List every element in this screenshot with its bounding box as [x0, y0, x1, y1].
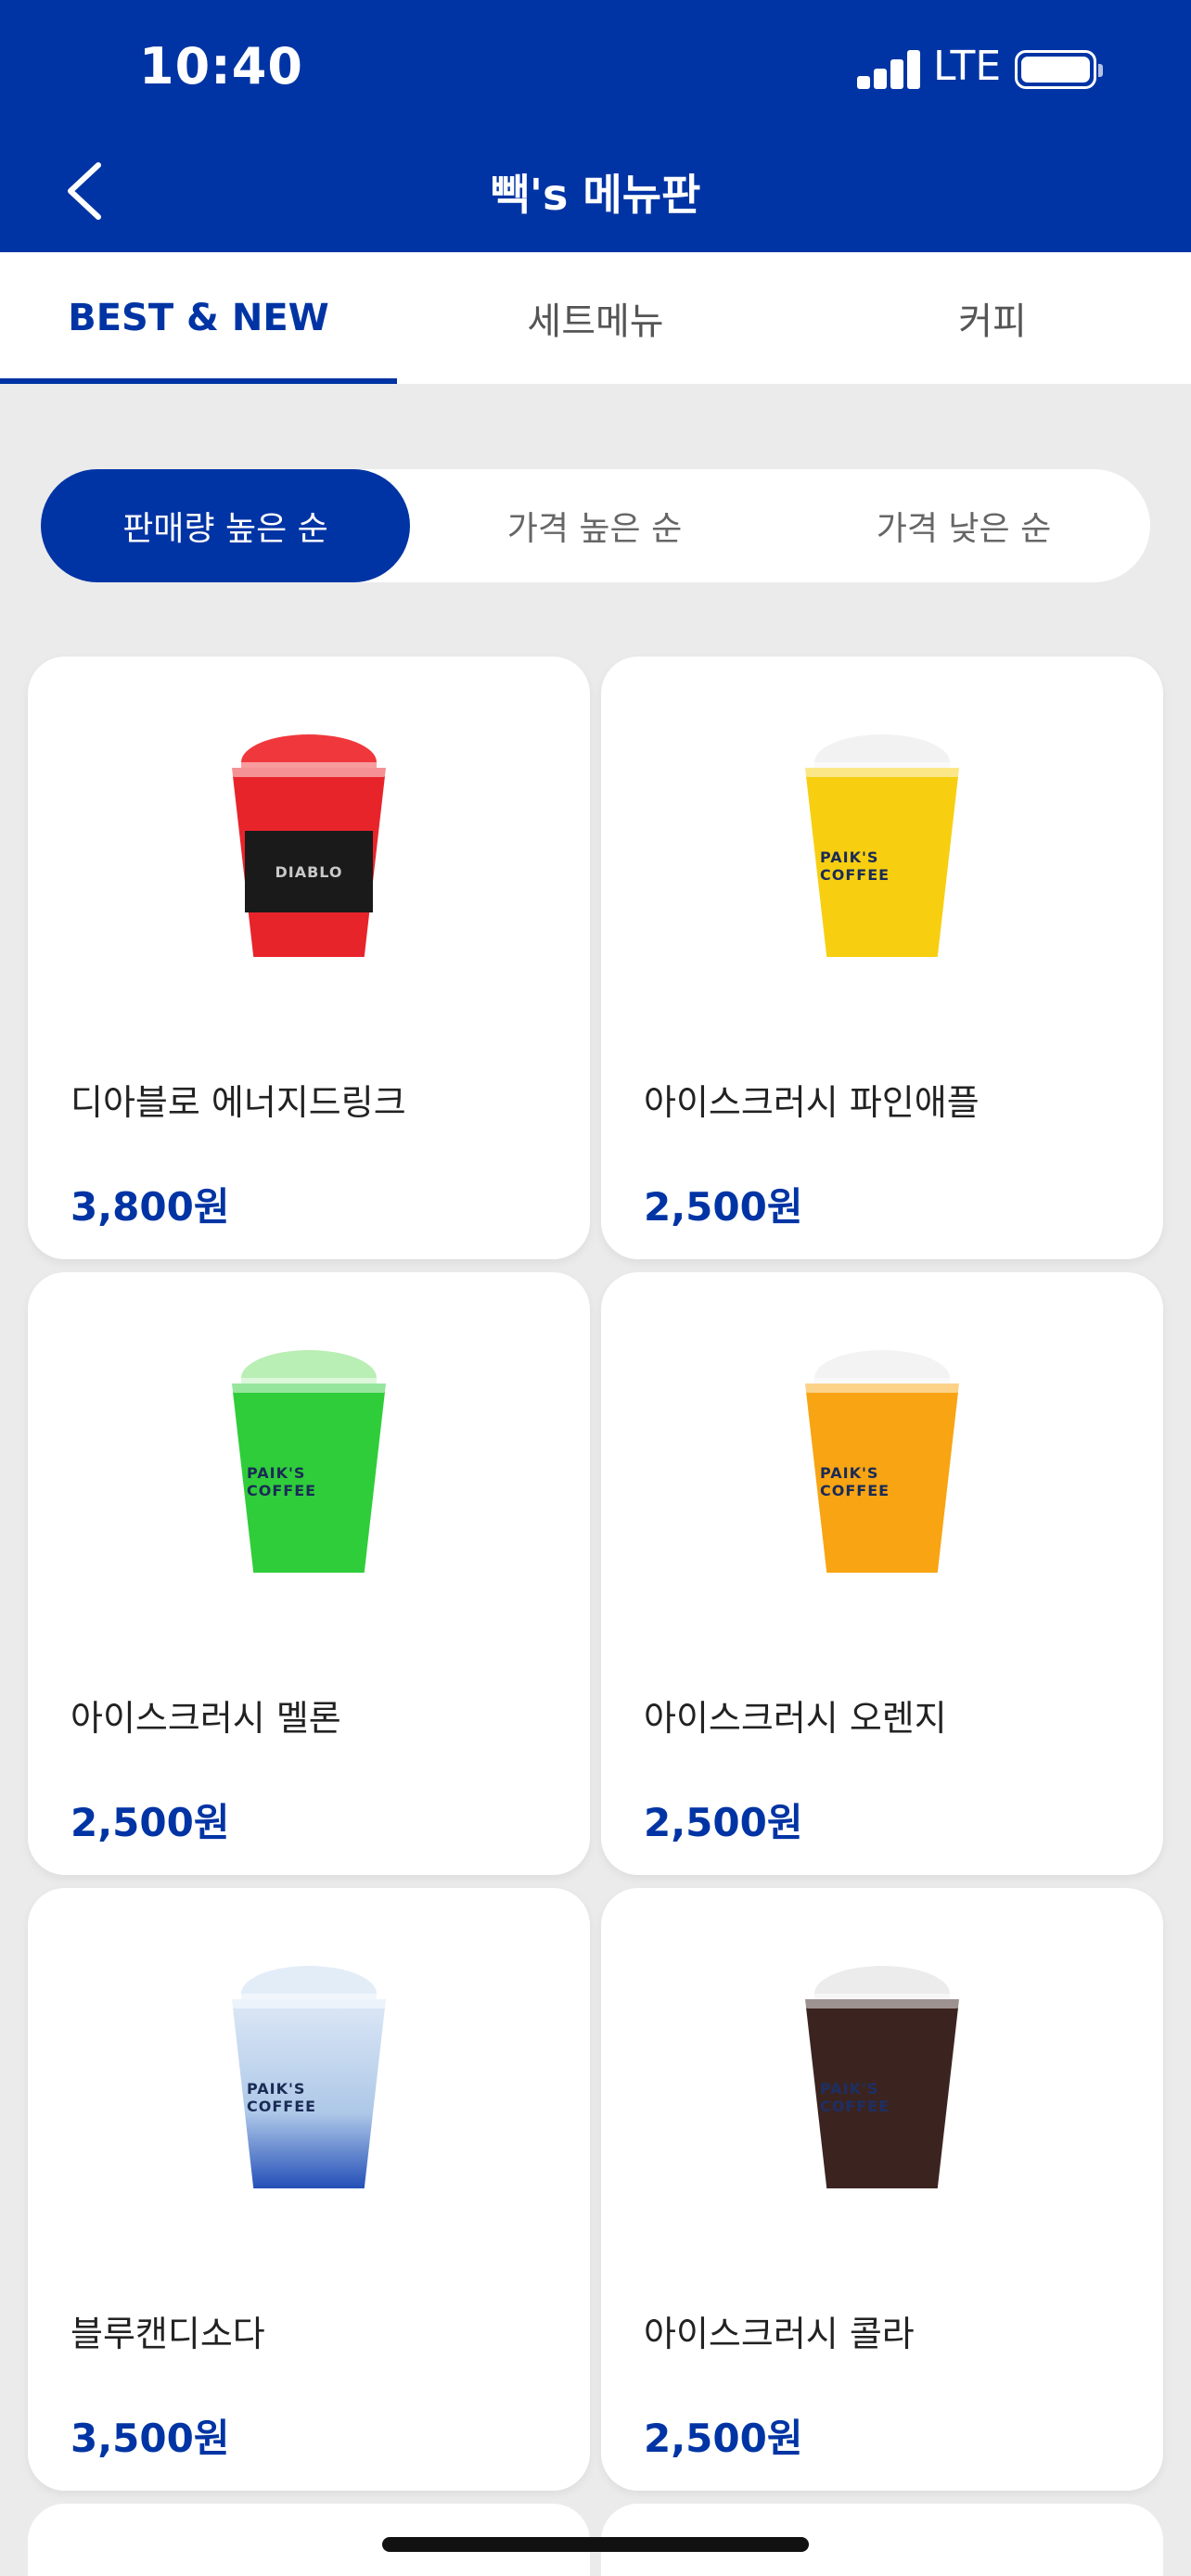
sort-price-asc[interactable]: 가격 낮은 순	[779, 469, 1148, 582]
cup-band-text: PAIK'S COFFEE	[820, 848, 890, 884]
product-image: PAIK'S COFFEE	[801, 1350, 963, 1573]
product-image: DIABLO	[228, 734, 390, 957]
product-price: 3,500원	[70, 2416, 230, 2461]
cup-band-text: PAIK'S COFFEE	[247, 1464, 317, 1499]
tab-best-new[interactable]: BEST & NEW	[0, 252, 397, 384]
category-tabs: BEST & NEW 세트메뉴 커피	[0, 252, 1191, 384]
sort-selector: 판매량 높은 순 가격 높은 순 가격 낮은 순	[41, 469, 1150, 582]
product-name: 아이스크러시 멜론	[70, 1698, 341, 1739]
home-indicator[interactable]	[382, 2537, 809, 2552]
product-image: PAIK'S COFFEE	[228, 1966, 390, 2188]
product-card[interactable]: PAIK'S COFFEE 아이스크러시 오렌지 2,500원	[601, 1272, 1163, 1875]
cup-band-text: PAIK'S COFFEE	[247, 2080, 317, 2115]
cup-band-text: PAIK'S COFFEE	[820, 1464, 890, 1499]
product-card[interactable]: PAIK'S COFFEE 블루캔디소다 3,500원	[28, 1888, 590, 2491]
product-price: 2,500원	[644, 1800, 803, 1845]
product-card[interactable]: DIABLO 디아블로 에너지드링크 3,800원	[28, 657, 590, 1259]
product-name: 아이스크러시 오렌지	[644, 1698, 947, 1739]
signal-icon	[857, 48, 920, 89]
network-label: LTE	[933, 43, 1002, 90]
product-image: PAIK'S COFFEE	[801, 734, 963, 957]
product-price: 2,500원	[644, 1184, 803, 1230]
battery-icon	[1015, 50, 1103, 89]
sort-price-desc[interactable]: 가격 높은 순	[410, 469, 779, 582]
product-image: PAIK'S COFFEE	[801, 1966, 963, 2188]
app-header: 10:40 LTE 빽's 메뉴판	[0, 0, 1191, 252]
product-price: 2,500원	[644, 2416, 803, 2461]
product-card[interactable]: PAIK'S COFFEE 아이스크러시 멜론 2,500원	[28, 1272, 590, 1875]
product-price: 2,500원	[70, 1800, 230, 1845]
tab-set-menu[interactable]: 세트메뉴	[397, 252, 794, 384]
product-name: 디아블로 에너지드링크	[70, 1082, 406, 1123]
product-name: 아이스크러시 콜라	[644, 2314, 915, 2354]
sort-sales-desc[interactable]: 판매량 높은 순	[41, 469, 410, 582]
product-image: PAIK'S COFFEE	[228, 1350, 390, 1573]
product-name: 아이스크러시 파인애플	[644, 1082, 980, 1123]
status-time: 10:40	[139, 37, 303, 96]
tab-coffee[interactable]: 커피	[794, 252, 1191, 384]
cup-band-text: PAIK'S COFFEE	[820, 2080, 890, 2115]
product-card[interactable]: PAIK'S COFFEE 아이스크러시 콜라 2,500원	[601, 1888, 1163, 2491]
product-name: 블루캔디소다	[70, 2314, 265, 2354]
product-price: 3,800원	[70, 1184, 230, 1230]
page-title: 빽's 메뉴판	[490, 170, 701, 220]
product-card[interactable]: PAIK'S COFFEE 아이스크러시 파인애플 2,500원	[601, 657, 1163, 1259]
cup-band-text: DIABLO	[245, 831, 373, 912]
